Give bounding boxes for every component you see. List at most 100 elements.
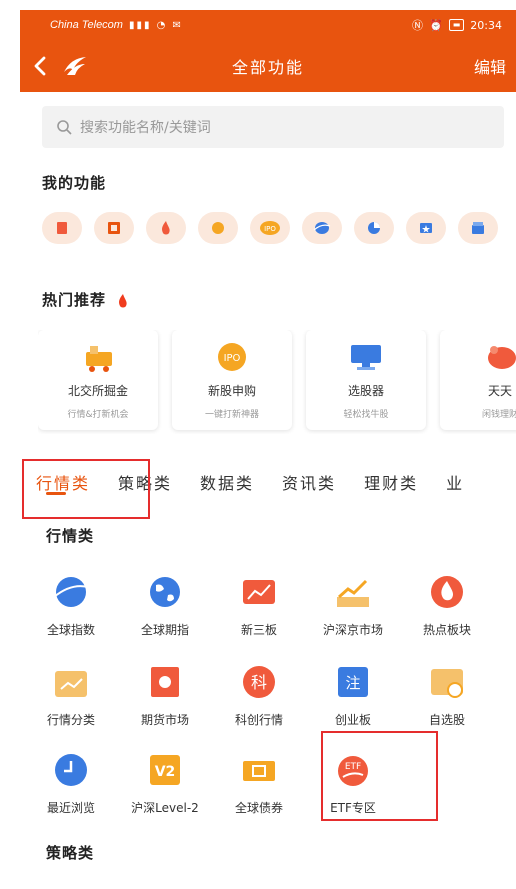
grid-item-gem-board[interactable]: 注 创业板 bbox=[306, 663, 400, 728]
alarm-icon: ⏰ bbox=[429, 18, 443, 32]
carrier-label: China Telecom bbox=[50, 19, 123, 31]
coin-icon[interactable] bbox=[198, 212, 238, 244]
flame-icon bbox=[428, 573, 466, 611]
pie-chart-icon[interactable] bbox=[354, 212, 394, 244]
grid-label: 全球债券 bbox=[234, 801, 283, 815]
signal-icon: ▮▮▮ ◔ ✉ bbox=[128, 19, 183, 31]
hot-card-bse[interactable]: 北交所掘金 行情&打新机会 bbox=[38, 330, 158, 430]
monitor-icon bbox=[348, 340, 384, 374]
hot-title: 热门推荐 bbox=[42, 289, 130, 310]
grid-item-hot-sectors[interactable]: 热点板块 bbox=[400, 573, 494, 638]
shop-icon[interactable] bbox=[458, 212, 498, 244]
nfc-icon: Ⓝ bbox=[412, 19, 424, 32]
my-functions-title: 我的功能 bbox=[42, 174, 107, 192]
watchlist-icon bbox=[428, 663, 466, 701]
back-button[interactable] bbox=[20, 40, 60, 92]
grid-item-recent[interactable]: 最近浏览 bbox=[24, 751, 118, 816]
grid-item-market-category[interactable]: 行情分类 bbox=[24, 663, 118, 728]
flame-icon[interactable] bbox=[146, 212, 186, 244]
page-title: 全部功能 bbox=[231, 58, 304, 77]
ipo-icon[interactable]: IPO bbox=[250, 212, 290, 244]
hot-card-subtitle: 行情&打新机会 bbox=[67, 410, 129, 420]
grid-item-level2[interactable]: V2 沪深Level-2 bbox=[118, 751, 212, 816]
grid-label: 全球指数 bbox=[46, 623, 95, 637]
hot-title-text: 热门推荐 bbox=[42, 291, 107, 309]
earth-icon bbox=[146, 573, 184, 611]
edit-button[interactable]: 编辑 bbox=[474, 54, 516, 78]
svg-text:V2: V2 bbox=[155, 764, 176, 780]
hot-card-ipo[interactable]: IPO 新股申购 一键打新神器 bbox=[172, 330, 292, 430]
trend-icon bbox=[240, 573, 278, 611]
gem-board-icon: 注 bbox=[334, 663, 372, 701]
tab-news[interactable]: 资讯类 bbox=[268, 470, 350, 494]
tab-data[interactable]: 数据类 bbox=[186, 470, 268, 494]
market-section-title: 行情类 bbox=[46, 527, 95, 545]
piggy-icon bbox=[482, 340, 516, 374]
level2-icon: V2 bbox=[146, 751, 184, 789]
svg-text:科: 科 bbox=[251, 673, 267, 692]
grid-item-futures-market[interactable]: 期货市场 bbox=[118, 663, 212, 728]
tab-more[interactable]: 业 bbox=[432, 470, 478, 494]
search-input[interactable]: 搜索功能名称/关键词 bbox=[42, 106, 504, 148]
bookmark-icon[interactable] bbox=[42, 212, 82, 244]
tab-wealth[interactable]: 理财类 bbox=[350, 470, 432, 494]
rising-icon bbox=[334, 573, 372, 611]
hot-card-title: 北交所掘金 bbox=[67, 384, 128, 398]
flame-icon bbox=[116, 293, 130, 309]
search-icon bbox=[56, 119, 72, 135]
logo-icon bbox=[64, 57, 86, 75]
svg-text:IPO: IPO bbox=[224, 353, 241, 364]
my-functions-row: IPO bbox=[42, 212, 498, 244]
search-placeholder: 搜索功能名称/关键词 bbox=[80, 120, 211, 136]
hot-card-daily[interactable]: 天天 闲钱理财 bbox=[440, 330, 516, 430]
globe-icon[interactable] bbox=[302, 212, 342, 244]
grid-label: 自选股 bbox=[428, 713, 465, 727]
grid-item-global-futures[interactable]: 全球期指 bbox=[118, 573, 212, 638]
cart-icon bbox=[80, 340, 116, 374]
hot-card-title: 选股器 bbox=[347, 384, 384, 398]
star-card-icon[interactable] bbox=[406, 212, 446, 244]
grid-item-star-market[interactable]: 科 科创行情 bbox=[212, 663, 306, 728]
grid-item-neeq[interactable]: 新三板 bbox=[212, 573, 306, 638]
grid-item-watchlist[interactable]: 自选股 bbox=[400, 663, 494, 728]
back-arrow-icon bbox=[34, 56, 46, 76]
clock-icon bbox=[52, 751, 90, 789]
grid-item-global-bonds[interactable]: 全球债券 bbox=[212, 751, 306, 816]
grid-item-global-index[interactable]: 全球指数 bbox=[24, 573, 118, 638]
grid-label: 沪深京市场 bbox=[322, 623, 383, 637]
nav-bar: 全部功能 编辑 bbox=[20, 40, 516, 92]
hot-cards-row: 北交所掘金 行情&打新机会 IPO 新股申购 一键打新神器 选股器 轻松找牛股 … bbox=[38, 330, 516, 434]
ipo-icon: IPO bbox=[214, 340, 250, 374]
grid-item-sz-sh-bj[interactable]: 沪深京市场 bbox=[306, 573, 400, 638]
grid-label: 全球期指 bbox=[140, 623, 189, 637]
grid-label: 新三板 bbox=[240, 623, 277, 637]
grid-label: 沪深Level-2 bbox=[131, 801, 199, 815]
grid-label: 最近浏览 bbox=[46, 801, 95, 815]
futures-icon bbox=[146, 663, 184, 701]
hot-card-subtitle: 轻松找牛股 bbox=[343, 410, 389, 420]
status-bar: China Telecom ▮▮▮ ◔ ✉ Ⓝ ⏰ ▬ 20:34 bbox=[20, 10, 516, 40]
grid-label: 期货市场 bbox=[140, 713, 189, 727]
svg-text:注: 注 bbox=[345, 674, 360, 692]
globe-icon bbox=[52, 573, 90, 611]
grid-label: 科创行情 bbox=[234, 713, 283, 727]
hot-card-title: 新股申购 bbox=[207, 384, 256, 398]
tab-highlight-box bbox=[22, 459, 150, 519]
grid-label: 热点板块 bbox=[422, 623, 471, 637]
grid-label: 行情分类 bbox=[46, 713, 95, 727]
grid-label: 创业板 bbox=[334, 713, 371, 727]
strategy-section-title: 策略类 bbox=[46, 844, 95, 862]
hot-card-title: 天天 bbox=[487, 384, 512, 398]
battery-icon: ▬ bbox=[448, 19, 465, 31]
folder-chart-icon bbox=[52, 663, 90, 701]
bond-icon bbox=[240, 751, 278, 789]
stock-icon[interactable] bbox=[94, 212, 134, 244]
clock-time: 20:34 bbox=[470, 18, 502, 32]
svg-text:IPO: IPO bbox=[264, 225, 276, 233]
hot-card-screener[interactable]: 选股器 轻松找牛股 bbox=[306, 330, 426, 430]
hot-card-subtitle: 闲钱理财 bbox=[481, 410, 516, 420]
app-logo bbox=[60, 51, 90, 81]
science-icon: 科 bbox=[240, 663, 278, 701]
etf-highlight-box bbox=[321, 731, 438, 821]
hot-card-subtitle: 一键打新神器 bbox=[204, 410, 259, 420]
